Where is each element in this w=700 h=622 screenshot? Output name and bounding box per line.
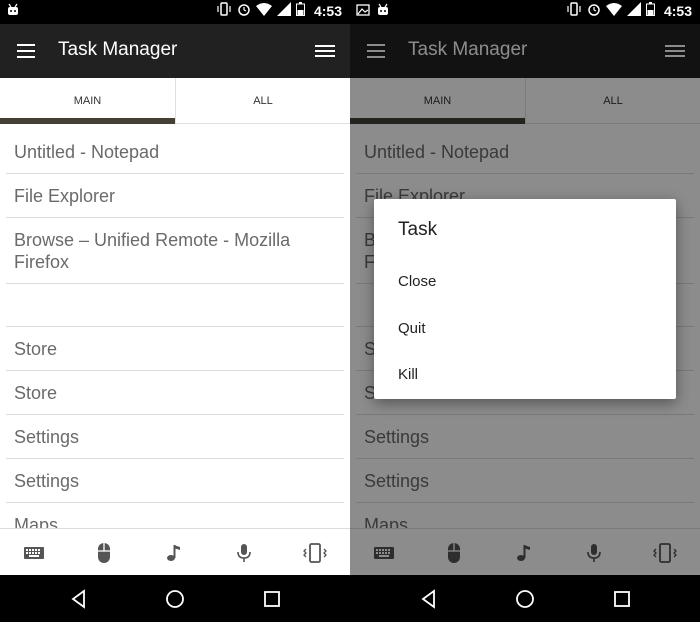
battery-icon [295,2,305,19]
system-nav-bar [350,575,700,622]
home-icon[interactable] [164,588,186,610]
recents-icon[interactable] [261,588,283,610]
phone-screen-left: 4:53 Task Manager MAIN ALL Untitled - No… [0,0,350,622]
vibrate-icon [566,2,582,19]
task-list: Untitled - Notepad File Explorer Browse … [6,130,344,528]
recents-icon[interactable] [611,588,633,610]
vibrate-icon [216,2,232,19]
system-nav-bar [0,575,350,622]
list-item[interactable]: Browse – Unified Remote - Mozilla Firefo… [6,218,344,284]
image-notification-icon [356,3,370,22]
kill-option[interactable]: Kill [374,352,676,398]
bottom-toolbar [0,528,350,575]
wifi-icon [255,2,272,19]
app-title: Task Manager [58,39,178,60]
list-item[interactable]: Store [6,327,344,371]
task-dialog: Task Close Quit Kill [374,199,676,399]
status-bar: 4:53 [0,0,350,24]
android-icon [376,3,390,22]
signal-icon [276,2,291,19]
microphone-icon[interactable] [232,541,262,565]
phone-screen-right: 4:53 Task Manager MAIN ALL Untitled - No… [350,0,700,622]
quit-option[interactable]: Quit [374,306,676,352]
list-item[interactable]: Store [6,371,344,415]
app-bar: Task Manager [0,24,350,78]
tab-all[interactable]: ALL [175,78,350,124]
alarm-icon [237,2,251,19]
vibrate-phone-icon[interactable] [300,541,330,565]
back-icon[interactable] [418,588,440,610]
dialog-title: Task [398,219,438,240]
wifi-icon [605,2,622,19]
home-icon[interactable] [514,588,536,610]
status-bar: 4:53 [350,0,700,24]
keyboard-icon[interactable] [22,541,52,565]
list-menu-icon[interactable] [314,41,336,61]
battery-icon [645,2,655,19]
signal-icon [626,2,641,19]
hamburger-menu-icon[interactable] [16,40,38,62]
list-item[interactable]: Settings [6,415,344,459]
music-note-icon[interactable] [162,541,192,565]
alarm-icon [587,2,601,19]
back-icon[interactable] [68,588,90,610]
android-icon [6,3,20,22]
status-time: 4:53 [663,2,692,19]
list-item[interactable]: Maps [6,503,344,528]
list-item[interactable]: Settings [6,459,344,503]
list-item[interactable]: Untitled - Notepad [6,130,344,174]
list-item[interactable]: File Explorer [6,174,344,218]
active-tab-indicator [0,118,175,124]
status-time: 4:53 [313,2,342,19]
close-option[interactable]: Close [374,259,676,305]
mouse-icon[interactable] [92,541,122,565]
list-item[interactable] [6,284,344,327]
tab-bar: MAIN ALL [0,78,350,124]
